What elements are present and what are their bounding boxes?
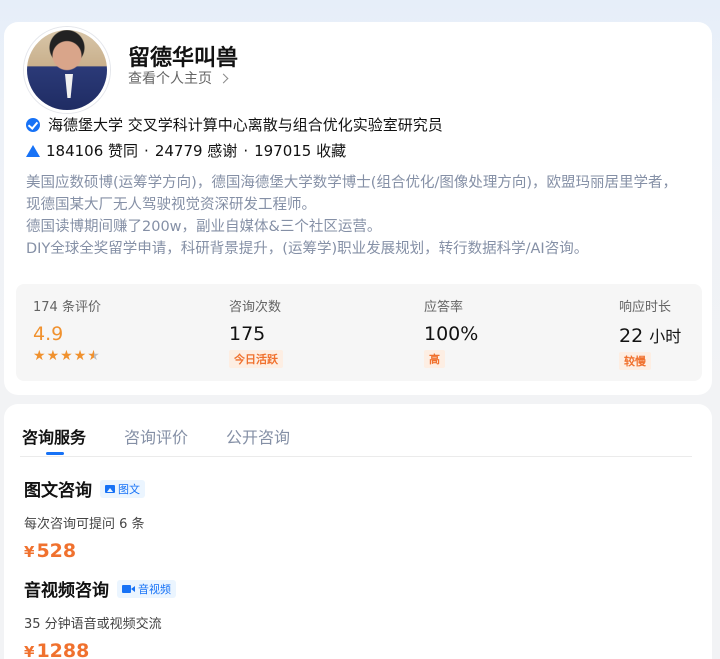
thanks-count: 24779 感谢 [154,142,238,160]
service-text-consult[interactable]: 图文咨询 图文 每次咨询可提问 6 条 ¥528 [24,476,145,562]
service-price: ¥1288 [24,640,176,659]
reviews-label: 174 条评价 [33,300,101,315]
currency-symbol: ¥ [24,643,35,659]
bio-line: DIY全球全奖留学申请，科研背景提升，(运筹学)职业发展规划，转行数据科学/AI… [26,241,589,257]
star-icon: ★ [33,348,46,364]
divider [20,456,692,457]
video-camera-icon [122,584,135,593]
star-icon: ★ [73,348,87,364]
rating-value: 4.9 [33,323,64,345]
service-desc: 每次咨询可提问 6 条 [24,517,145,532]
price-amount: 528 [36,540,77,562]
metric-reviews[interactable]: 174 条评价 4.9 ★ ★ ★ ★ ★ [33,296,101,363]
metric-response-time: 响应时长 22 小时 较慢 [619,296,681,370]
price-amount: 1288 [36,640,90,659]
tab-consult-reviews[interactable]: 咨询评价 [124,424,188,448]
metric-consultations: 咨询次数 175 今日活跃 [229,296,283,368]
view-homepage-link[interactable]: 查看个人主页 [128,68,229,88]
tab-bar: 咨询服务 咨询评价 公开咨询 [22,424,290,455]
bio-line: 美国应数硕博(运筹学方向)，德国海德堡大学数学博士(组合优化/图像处理方向)，欧… [26,175,678,191]
metrics-panel: 174 条评价 4.9 ★ ★ ★ ★ ★ 咨询次数 175 今日活跃 应答率 … [16,284,702,381]
view-homepage-label: 查看个人主页 [128,71,212,87]
tab-consult-services[interactable]: 咨询服务 [22,424,86,455]
service-title: 图文咨询 [24,481,92,501]
service-type-tag: 音视频 [117,579,176,598]
response-time-unit: 小时 [649,327,682,346]
bio-line: 德国读博期间赚了200w，副业自媒体&三个社区运营。 [26,219,382,235]
response-time-number: 22 [619,325,644,347]
status-badge: 较慢 [619,352,651,370]
star-icon: ★ [46,348,60,364]
upvote-icon [26,144,40,157]
chevron-right-icon [218,73,229,83]
status-badge: 今日活跃 [229,350,283,368]
currency-symbol: ¥ [24,543,35,561]
response-rate-value: 100% [424,323,479,345]
verification-text: 海德堡大学 交叉学科计算中心离散与组合优化实验室研究员 [48,116,443,134]
verified-icon [26,117,40,132]
stats-separator: · [243,141,249,160]
consultations-value: 175 [229,323,266,345]
response-rate-label: 应答率 [424,300,464,315]
half-star-icon: ★ [87,348,100,364]
service-video-consult[interactable]: 音视频咨询 音视频 35 分钟语音或视频交流 ¥1288 [24,576,176,659]
stats-row: 184106 赞同 · 24779 感谢 · 197015 收藏 [26,140,346,161]
service-price: ¥528 [24,540,145,562]
avatar[interactable] [24,27,110,113]
upvote-count: 184106 赞同 [46,142,139,160]
favorites-count: 197015 收藏 [254,142,347,160]
image-icon [105,484,115,493]
response-time-value: 22 小时 [619,323,681,347]
service-desc: 35 分钟语音或视频交流 [24,617,162,632]
response-time-label: 响应时长 [619,300,672,315]
metric-response-rate: 应答率 100% 高 [424,296,478,368]
star-icon: ★ [60,348,73,364]
verification-row: 海德堡大学 交叉学科计算中心离散与组合优化实验室研究员 [26,114,443,135]
rating-stars: ★ ★ ★ ★ ★ [33,349,101,363]
service-card: 咨询服务 咨询评价 公开咨询 图文咨询 图文 每次咨询可提问 6 条 ¥528 … [4,404,712,659]
service-type-label: 图文 [118,482,140,496]
status-badge: 高 [424,350,445,368]
consultations-label: 咨询次数 [229,300,282,315]
stats-separator: · [144,141,149,160]
profile-card: 留德华叫兽 查看个人主页 海德堡大学 交叉学科计算中心离散与组合优化实验室研究员… [4,22,712,395]
bio-line: 现德国某大厂无人驾驶视觉资深研发工程师。 [26,197,316,213]
service-type-tag: 图文 [100,479,145,498]
service-type-label: 音视频 [138,582,171,596]
service-title: 音视频咨询 [24,581,109,601]
bio: 美国应数硕博(运筹学方向)，德国海德堡大学数学博士(组合优化/图像处理方向)，欧… [26,172,706,260]
tab-public-consults[interactable]: 公开咨询 [226,424,290,448]
